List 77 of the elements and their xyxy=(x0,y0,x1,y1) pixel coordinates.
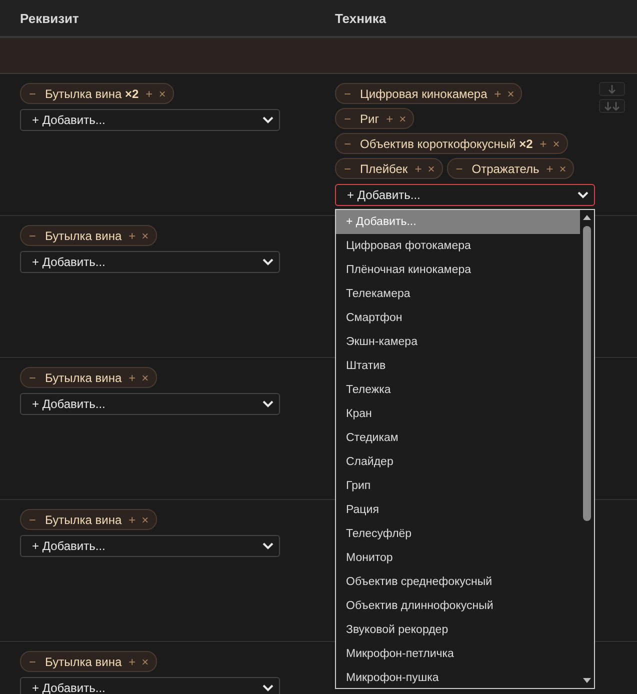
chip-label: Риг xyxy=(359,112,380,126)
chip-label: Бутылка вина xyxy=(44,228,123,242)
column-header: Техника xyxy=(335,10,386,26)
increase-button[interactable]: + xyxy=(543,162,556,174)
increase-button[interactable]: + xyxy=(126,372,139,384)
chip-label: Бутылка вина ×2 xyxy=(44,86,140,100)
add-select[interactable]: + Добавить... xyxy=(20,109,280,131)
add-select[interactable]: + Добавить... xyxy=(335,184,595,206)
remove-button[interactable]: × xyxy=(504,88,518,100)
decrease-button[interactable]: − xyxy=(23,88,40,100)
decrease-button[interactable]: − xyxy=(23,514,40,526)
increase-button[interactable]: + xyxy=(536,138,550,150)
remove-button[interactable]: × xyxy=(550,138,563,150)
increase-button[interactable]: + xyxy=(412,162,425,174)
dropdown-option[interactable]: + Добавить... xyxy=(336,210,580,234)
decrease-button[interactable]: − xyxy=(338,138,354,150)
remove-button[interactable]: × xyxy=(138,656,152,668)
dropdown-option[interactable]: Штатив xyxy=(336,354,580,378)
decrease-button[interactable]: − xyxy=(338,88,354,100)
dropdown-option[interactable]: Телесуфлёр xyxy=(336,522,580,546)
increase-button[interactable]: + xyxy=(126,230,139,242)
dropdown-option[interactable]: Микрофон-пушка xyxy=(336,666,580,690)
chip-label: Объектив короткофокусный ×2 xyxy=(359,136,534,150)
chip-label: Плейбек xyxy=(359,162,409,176)
decrease-button[interactable]: − xyxy=(450,162,466,174)
chevron-down-icon xyxy=(577,191,589,199)
chevron-down-icon xyxy=(262,116,274,124)
remove-button[interactable]: × xyxy=(556,162,570,174)
increase-button[interactable]: + xyxy=(126,514,139,526)
dropdown-option[interactable]: Монитор xyxy=(336,546,580,570)
dropdown-option[interactable]: Грип xyxy=(336,474,580,498)
double-arrow-down-icon xyxy=(604,102,620,110)
dropdown-option[interactable]: Тележка xyxy=(336,378,580,402)
dropdown-option[interactable]: Стедикам xyxy=(336,426,580,450)
dropdown-option[interactable]: Цифровая фотокамера xyxy=(336,234,580,258)
chip-label: Отражатель xyxy=(470,162,540,176)
chevron-down-icon xyxy=(262,258,274,266)
add-select[interactable]: + Добавить... xyxy=(20,393,280,415)
decrease-button[interactable]: − xyxy=(23,230,40,242)
dropdown-option[interactable]: Слайдер xyxy=(336,450,580,474)
increase-button[interactable]: + xyxy=(383,112,396,124)
remove-button[interactable]: × xyxy=(138,230,152,242)
increase-button[interactable]: + xyxy=(142,88,156,100)
scroll-down-icon[interactable] xyxy=(583,678,591,684)
add-select[interactable]: + Добавить... xyxy=(20,535,280,557)
arrow-down-icon xyxy=(608,84,616,94)
dropdown-option[interactable]: Объектив длиннофокусный xyxy=(336,594,580,618)
chip-label: Бутылка вина xyxy=(44,654,123,668)
dropdown-option[interactable]: Объектив среднефокусный xyxy=(336,570,580,594)
remove-button[interactable]: × xyxy=(156,88,169,100)
column-header: Реквизит xyxy=(20,10,79,26)
dropdown-option[interactable]: Микрофон-петличка xyxy=(336,642,580,666)
decrease-button[interactable]: − xyxy=(338,162,354,174)
chip-label: Бутылка вина xyxy=(44,370,123,384)
chip-label: Бутылка вина xyxy=(44,512,123,526)
increase-button[interactable]: + xyxy=(491,88,504,100)
decrease-button[interactable]: − xyxy=(23,656,40,668)
dropdown-option[interactable]: Телекамера xyxy=(336,282,580,306)
decrease-button[interactable]: − xyxy=(23,372,40,384)
dropdown-option[interactable]: Экшн-камера xyxy=(336,330,580,354)
remove-button[interactable]: × xyxy=(424,162,438,174)
remove-button[interactable]: × xyxy=(138,372,152,384)
dropdown-option[interactable]: Кран xyxy=(336,402,580,426)
dropdown-option[interactable]: Звуковой рекордер xyxy=(336,618,580,642)
dropdown-option[interactable]: Рация xyxy=(336,498,580,522)
decrease-button[interactable]: − xyxy=(338,112,354,124)
increase-button[interactable]: + xyxy=(126,656,139,668)
remove-button[interactable]: × xyxy=(138,514,152,526)
add-select[interactable]: + Добавить... xyxy=(20,251,280,273)
scroll-up-icon[interactable] xyxy=(583,214,591,220)
chevron-down-icon xyxy=(262,400,274,408)
remove-button[interactable]: × xyxy=(396,112,410,124)
dropdown-option[interactable]: Смартфон xyxy=(336,306,580,330)
chip-label: Цифровая кинокамера xyxy=(359,86,488,100)
chevron-down-icon xyxy=(262,684,274,692)
dropdown-option[interactable]: Плёночная кинокамера xyxy=(336,258,580,282)
chevron-down-icon xyxy=(262,542,274,550)
